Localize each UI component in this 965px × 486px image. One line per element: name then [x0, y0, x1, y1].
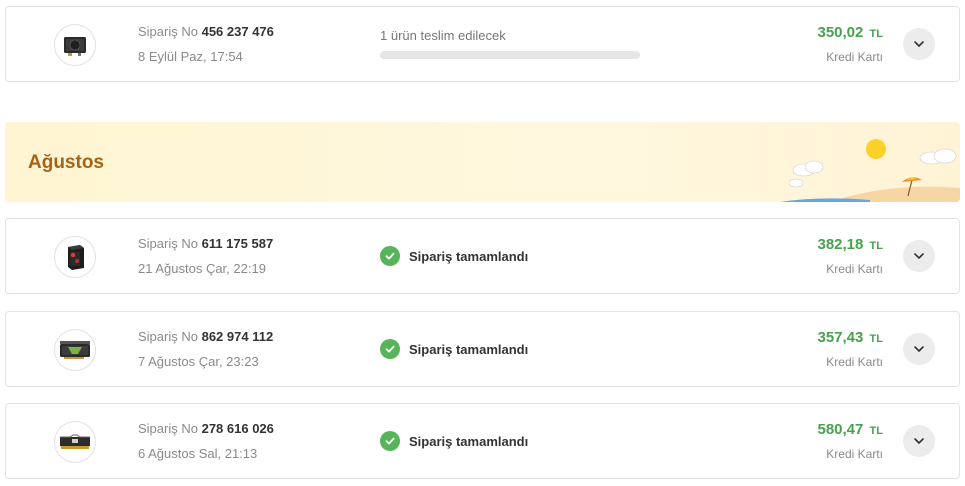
- order-date: 6 Ağustos Sal, 21:13: [138, 446, 258, 461]
- expand-order-button[interactable]: [903, 240, 935, 272]
- payment-method: Kredi Kartı: [826, 262, 883, 276]
- delivery-progress-bar: [380, 51, 640, 59]
- order-number: Sipariş No 278 616 026: [138, 421, 274, 436]
- expand-order-button[interactable]: [903, 425, 935, 457]
- power-supply-icon: [54, 24, 96, 66]
- chevron-down-icon: [914, 346, 924, 352]
- order-amount: 580,47 TL: [817, 421, 883, 438]
- order-number: Sipariş No 862 974 112: [138, 329, 274, 344]
- ram-module-icon: [54, 421, 96, 463]
- order-date: 7 Ağustos Çar, 23:23: [138, 354, 259, 369]
- order-status: Sipariş tamamlandı: [380, 339, 528, 359]
- payment-method: Kredi Kartı: [826, 50, 883, 64]
- order-number: Sipariş No 456 237 476: [138, 24, 274, 39]
- order-status: Sipariş tamamlandı: [380, 246, 528, 266]
- order-card[interactable]: Sipariş No 862 974 112 7 Ağustos Çar, 23…: [5, 311, 960, 387]
- order-date: 21 Ağustos Çar, 22:19: [138, 261, 266, 276]
- order-amount: 357,43 TL: [817, 329, 883, 346]
- order-card[interactable]: Sipariş No 611 175 587 21 Ağustos Çar, 2…: [5, 218, 960, 294]
- status-text: Sipariş tamamlandı: [409, 341, 529, 357]
- chevron-down-icon: [914, 253, 924, 259]
- order-amount: 350,02 TL: [817, 24, 883, 41]
- chevron-down-icon: [914, 41, 924, 47]
- month-title: Ağustos: [28, 152, 104, 173]
- order-number: Sipariş No 611 175 587: [138, 236, 274, 251]
- order-status: Sipariş tamamlandı: [380, 431, 528, 451]
- chevron-down-icon: [914, 438, 924, 444]
- expand-order-button[interactable]: [903, 28, 935, 60]
- status-text: 1 ürün teslim edilecek: [380, 28, 506, 43]
- order-card[interactable]: Sipariş No 278 616 026 6 Ağustos Sal, 21…: [5, 403, 960, 479]
- payment-method: Kredi Kartı: [826, 447, 883, 461]
- check-circle-icon: [380, 246, 400, 266]
- payment-method: Kredi Kartı: [826, 355, 883, 369]
- order-status: 1 ürün teslim edilecek: [380, 27, 642, 59]
- order-card[interactable]: Sipariş No 456 237 476 8 Eylül Paz, 17:5…: [5, 6, 960, 82]
- status-text: Sipariş tamamlandı: [409, 248, 529, 264]
- check-circle-icon: [380, 431, 400, 451]
- check-circle-icon: [380, 339, 400, 359]
- month-banner: Ağustos: [5, 122, 960, 202]
- order-amount: 382,18 TL: [817, 236, 883, 253]
- graphics-card-icon: [54, 329, 96, 371]
- pc-case-icon: [54, 236, 96, 278]
- beach-illustration: [780, 139, 960, 202]
- expand-order-button[interactable]: [903, 333, 935, 365]
- status-text: Sipariş tamamlandı: [409, 433, 529, 449]
- order-date: 8 Eylül Paz, 17:54: [138, 49, 243, 64]
